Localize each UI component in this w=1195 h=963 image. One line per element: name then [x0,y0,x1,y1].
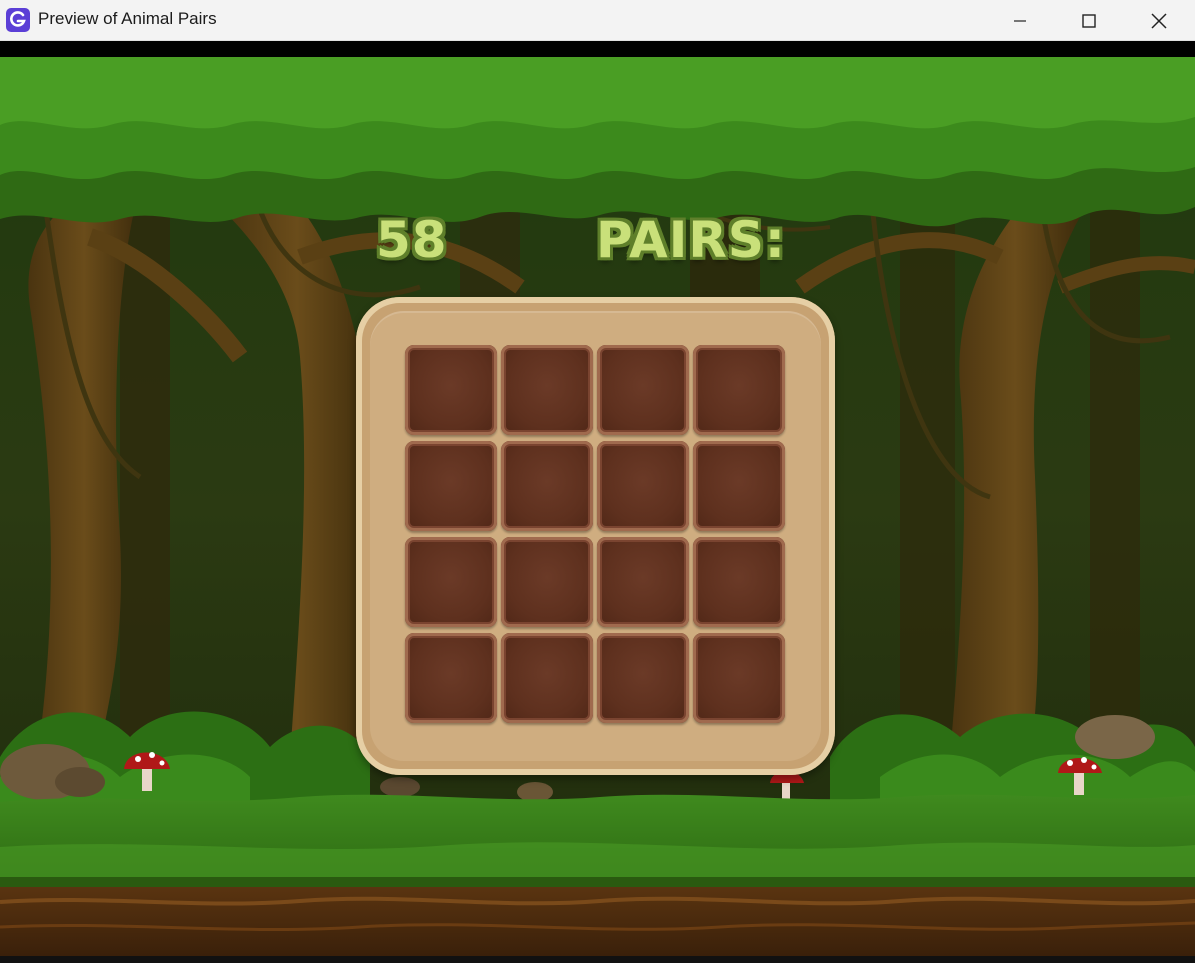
maximize-icon [1082,13,1096,28]
window-title: Preview of Animal Pairs [38,9,217,28]
card-r4-c4[interactable] [693,633,785,723]
maximize-button[interactable] [1054,0,1124,41]
card-r1-c4[interactable] [693,345,785,435]
card-r2-c2[interactable] [501,441,593,531]
card-board [356,297,835,775]
gamemaker-icon [6,8,30,32]
card-board-inner [370,311,821,761]
card-r1-c3[interactable] [597,345,689,435]
card-r3-c1[interactable] [405,537,497,627]
game-viewport[interactable]: 58 PAIRS: [0,57,1195,956]
card-r4-c2[interactable] [501,633,593,723]
card-r4-c3[interactable] [597,633,689,723]
title-bar: Preview of Animal Pairs [0,0,1195,41]
card-r3-c3[interactable] [597,537,689,627]
minimize-button[interactable] [985,0,1055,41]
card-r1-c2[interactable] [501,345,593,435]
close-icon [1151,12,1167,29]
score-counter: 58 [376,211,448,269]
viewport-top-border [0,41,1195,57]
card-r3-c4[interactable] [693,537,785,627]
card-r1-c1[interactable] [405,345,497,435]
card-r3-c2[interactable] [501,537,593,627]
card-r2-c4[interactable] [693,441,785,531]
viewport-bottom-border [0,956,1195,963]
card-r4-c1[interactable] [405,633,497,723]
card-r2-c3[interactable] [597,441,689,531]
pairs-label: PAIRS: [596,211,786,269]
minimize-icon [1014,19,1026,22]
card-r2-c1[interactable] [405,441,497,531]
close-button[interactable] [1124,0,1194,41]
